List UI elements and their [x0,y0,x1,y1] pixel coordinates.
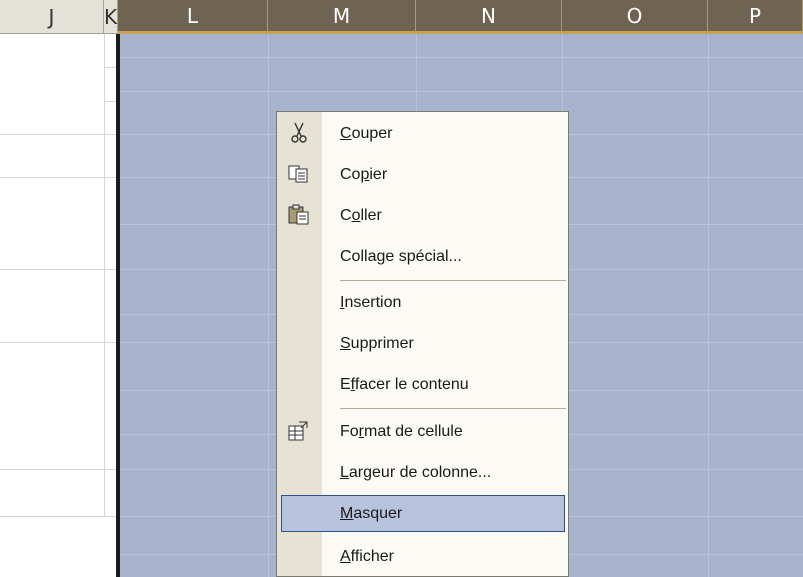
format-cells-icon [287,420,311,442]
menu-separator [340,280,566,281]
paste-icon [287,204,311,226]
grid-line [268,34,269,577]
menu-item-couper[interactable]: Couper [277,113,568,154]
menu-item-afficher[interactable]: Afficher [277,536,568,577]
column-header-l[interactable]: L [118,0,268,34]
context-menu: Couper Copier Coller Collage spécial... … [276,111,569,577]
menu-item-largeur-colonne[interactable]: Largeur de colonne... [277,452,568,493]
scissors-icon [287,122,311,144]
menu-item-coller[interactable]: Coller [277,195,568,236]
column-header-o[interactable]: O [562,0,708,34]
column-header-j[interactable]: J [0,0,104,34]
menu-item-label: Masquer [340,505,403,522]
grid-line [120,57,803,58]
menu-item-label: Largeur de colonne... [340,464,492,481]
grid-line [0,269,116,270]
menu-item-label: Copier [340,166,388,183]
unselected-cells[interactable] [0,34,116,577]
menu-item-label: Supprimer [340,335,414,352]
menu-item-format-cellule[interactable]: Format de cellule [277,411,568,452]
column-header-m[interactable]: M [268,0,416,34]
grid-line [0,469,116,470]
grid-line [708,34,709,577]
menu-item-effacer-contenu[interactable]: Effacer le contenu [277,364,568,405]
menu-item-label: Effacer le contenu [340,376,469,393]
menu-item-collage-special[interactable]: Collage spécial... [277,236,568,277]
menu-item-supprimer[interactable]: Supprimer [277,323,568,364]
column-header-p[interactable]: P [708,0,803,34]
menu-item-insertion[interactable]: Insertion [277,282,568,323]
column-header-k[interactable]: K [104,0,118,34]
grid-line [120,91,803,92]
menu-item-masquer[interactable]: Masquer [281,495,565,532]
grid-line [104,67,116,68]
menu-item-label: Coller [340,207,382,224]
grid-line [104,101,116,102]
grid-line [0,134,116,135]
menu-item-label: Insertion [340,294,402,311]
menu-item-label: Afficher [340,548,394,565]
copy-icon [287,163,311,185]
menu-item-label: Collage spécial... [340,248,462,265]
grid-line [0,177,116,178]
menu-item-label: Format de cellule [340,423,463,440]
menu-item-label: Couper [340,125,393,142]
menu-separator [340,408,566,409]
menu-item-copier[interactable]: Copier [277,154,568,195]
grid-line [0,516,116,517]
column-header-n[interactable]: N [416,0,562,34]
grid-line [0,342,116,343]
grid-line [104,34,105,517]
